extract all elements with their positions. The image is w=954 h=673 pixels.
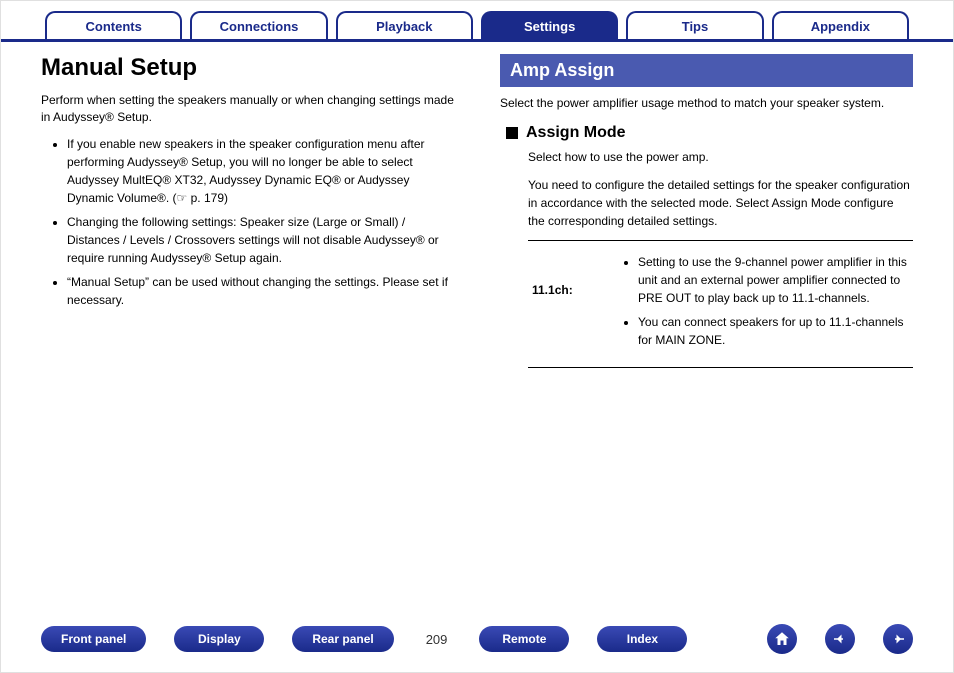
sub-text-1: Select how to use the power amp.: [528, 148, 913, 166]
rule-bottom: [528, 367, 913, 368]
nav-display[interactable]: Display: [174, 626, 264, 652]
home-icon[interactable]: [767, 624, 797, 654]
page-title: Manual Setup: [41, 54, 454, 82]
sub-text-2: You need to configure the detailed setti…: [528, 176, 913, 230]
rule-top: [528, 240, 913, 241]
row-label: 11.1ch:: [528, 253, 618, 355]
left-column: Manual Setup Perform when setting the sp…: [41, 54, 462, 374]
left-bullet-2: Changing the following settings: Speaker…: [67, 213, 454, 267]
left-bullet-3: “Manual Setup” can be used without chang…: [67, 273, 454, 309]
right-column: Amp Assign Select the power amplifier us…: [492, 54, 913, 374]
section-amp-assign: Amp Assign: [500, 54, 913, 87]
row-bullet-1: Setting to use the 9-channel power ampli…: [638, 253, 913, 307]
nav-index[interactable]: Index: [597, 626, 687, 652]
footer: Front panel Display Rear panel 209 Remot…: [1, 624, 953, 654]
page-number: 209: [422, 632, 452, 647]
content: Manual Setup Perform when setting the sp…: [1, 42, 953, 374]
tab-tips[interactable]: Tips: [626, 11, 763, 39]
left-bullets: If you enable new speakers in the speake…: [67, 135, 454, 309]
tab-appendix[interactable]: Appendix: [772, 11, 909, 39]
square-bullet-icon: [506, 127, 518, 139]
tab-settings[interactable]: Settings: [481, 11, 618, 39]
next-page-icon[interactable]: [883, 624, 913, 654]
right-intro: Select the power amplifier usage method …: [500, 95, 913, 112]
prev-page-icon[interactable]: [825, 624, 855, 654]
tab-playback[interactable]: Playback: [336, 11, 473, 39]
row-bullet-2: You can connect speakers for up to 11.1-…: [638, 313, 913, 349]
top-tabs: Contents Connections Playback Settings T…: [1, 1, 953, 42]
settings-row-11ch: 11.1ch: Setting to use the 9-channel pow…: [528, 247, 913, 361]
tab-contents[interactable]: Contents: [45, 11, 182, 39]
row-desc: Setting to use the 9-channel power ampli…: [618, 253, 913, 355]
nav-front-panel[interactable]: Front panel: [41, 626, 146, 652]
subhead-assign-mode: Assign Mode: [506, 124, 913, 142]
left-intro: Perform when setting the speakers manual…: [41, 92, 454, 127]
nav-rear-panel[interactable]: Rear panel: [292, 626, 393, 652]
sub-block: Select how to use the power amp. You nee…: [528, 148, 913, 368]
tab-connections[interactable]: Connections: [190, 11, 327, 39]
subhead-label: Assign Mode: [526, 124, 626, 142]
nav-remote[interactable]: Remote: [479, 626, 569, 652]
left-bullet-1: If you enable new speakers in the speake…: [67, 135, 454, 207]
